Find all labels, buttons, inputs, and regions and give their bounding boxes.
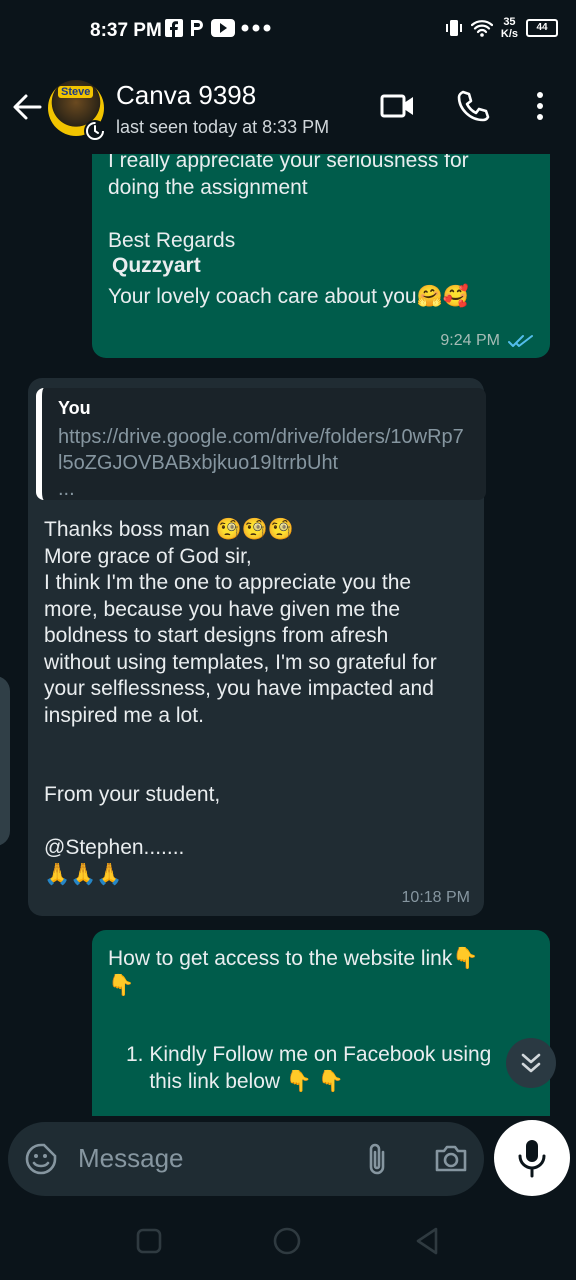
status-notification-icons — [165, 18, 271, 38]
outgoing-message-bubble[interactable]: How to get access to the website link👇 👇… — [92, 930, 550, 1116]
system-navigation-bar — [0, 1206, 576, 1280]
network-speed: 35 K/s — [500, 16, 518, 40]
message-signature: Quzzyart — [112, 254, 201, 277]
edge-panel-handle[interactable] — [0, 676, 10, 846]
back-nav-icon[interactable] — [414, 1226, 440, 1256]
p-icon — [191, 20, 203, 36]
emoji-icon[interactable] — [24, 1142, 58, 1176]
scroll-to-bottom-button[interactable] — [506, 1038, 556, 1088]
message-text: Thanks boss man 🧐🧐🧐 More grace of God si… — [44, 518, 437, 886]
message-text: How to get access to the website link👇 👇 — [108, 947, 479, 997]
message-list-item: 1. Kindly Follow me on Facebook using th… — [126, 1043, 492, 1093]
message-closing: Your lovely coach care about you🤗🥰 — [108, 285, 469, 308]
back-arrow-icon[interactable] — [10, 90, 44, 124]
incoming-message-bubble[interactable]: You https://drive.google.com/drive/folde… — [28, 378, 486, 916]
video-call-icon[interactable] — [380, 88, 416, 124]
more-options-icon[interactable] — [526, 88, 554, 124]
message-input[interactable]: Message — [78, 1143, 184, 1174]
voice-call-icon[interactable] — [455, 88, 491, 124]
facebook-icon — [165, 19, 183, 37]
quoted-link-text: https://drive.google.com/drive/folders/1… — [58, 426, 464, 500]
youtube-icon — [211, 19, 235, 37]
timer-icon — [86, 122, 104, 140]
disappearing-timer-badge — [84, 120, 106, 142]
home-icon[interactable] — [272, 1226, 302, 1256]
read-receipt-icon — [508, 335, 533, 347]
quoted-reply[interactable]: You https://drive.google.com/drive/folde… — [36, 388, 486, 500]
status-system-icons: 35 K/s 44 — [445, 16, 558, 40]
message-time: 10:18 PM — [401, 889, 470, 906]
recents-icon[interactable] — [136, 1228, 162, 1254]
chat-header: Steve Canva 9398 last seen today at 8:33… — [0, 62, 576, 154]
vibrate-icon — [445, 20, 462, 36]
quoted-author: You — [58, 398, 91, 418]
microphone-icon — [518, 1140, 546, 1178]
voice-message-button[interactable] — [494, 1120, 570, 1196]
status-bar: 8:37 PM 35 K/s 44 — [0, 0, 576, 62]
message-composer[interactable]: Message — [8, 1122, 484, 1196]
double-chevron-down-icon — [521, 1053, 541, 1073]
battery-indicator: 44 — [526, 19, 558, 37]
message-text: I really appreciate your seriousness for… — [108, 154, 469, 252]
status-time: 8:37 PM — [90, 20, 162, 41]
camera-icon[interactable] — [434, 1142, 468, 1174]
avatar-label: Steve — [58, 86, 94, 98]
contact-name[interactable]: Canva 9398 — [116, 80, 256, 111]
attach-icon[interactable] — [364, 1142, 390, 1178]
outgoing-message-bubble[interactable]: I really appreciate your seriousness for… — [92, 154, 550, 358]
message-time: 9:24 PM — [440, 332, 534, 350]
chat-messages-area[interactable]: I really appreciate your seriousness for… — [0, 154, 576, 1116]
last-seen-status: last seen today at 8:33 PM — [116, 117, 330, 137]
wifi-icon — [470, 20, 493, 37]
more-dots-icon — [241, 24, 271, 32]
